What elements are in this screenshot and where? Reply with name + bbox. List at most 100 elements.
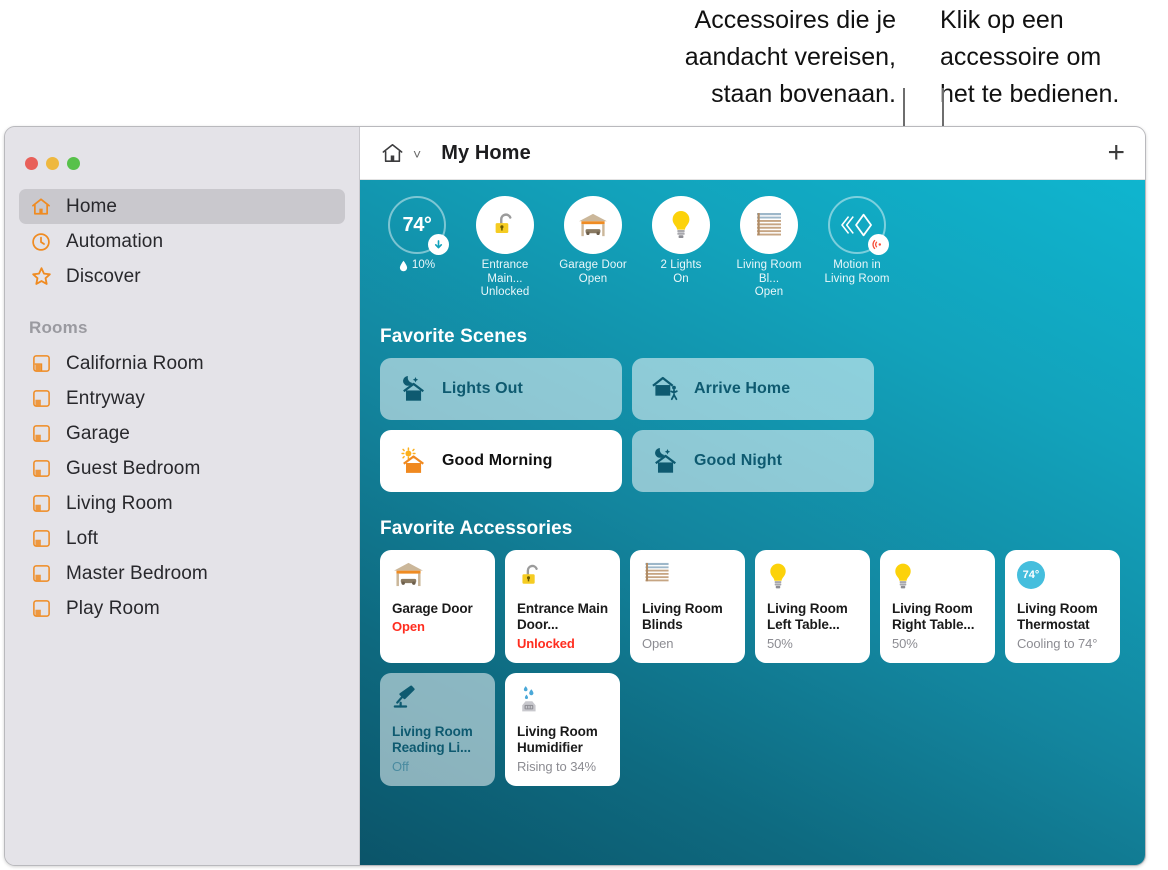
accessory-name: Living Room Left Table... bbox=[767, 600, 848, 633]
callout-text-right: Klik op een accessoire om het te bediene… bbox=[940, 6, 1120, 108]
status-item-thermostat[interactable]: 74° 10% bbox=[380, 196, 454, 300]
sidebar-item-label: Master Bedroom bbox=[66, 562, 208, 584]
accessory-state: Off bbox=[392, 758, 409, 774]
scene-label: Lights Out bbox=[442, 379, 523, 397]
sidebar-item-label: California Room bbox=[66, 352, 204, 374]
minimize-button[interactable] bbox=[46, 156, 59, 170]
status-circle-wrap bbox=[476, 196, 534, 254]
status-subtitle: Garage Door Open bbox=[559, 259, 627, 286]
accessory-name: Entrance Main Door... bbox=[517, 600, 608, 633]
status-circle-wrap: 74° bbox=[388, 196, 449, 255]
status-line-2: Unlocked bbox=[480, 286, 530, 298]
sidebar-item-loft[interactable]: Loft bbox=[19, 521, 345, 556]
sidebar-item-master-bedroom[interactable]: Master Bedroom bbox=[19, 556, 345, 591]
room-icon bbox=[29, 387, 53, 411]
sidebar: Home Automation Discover Rooms Californi… bbox=[5, 127, 360, 865]
room-icon bbox=[29, 527, 53, 551]
status-item-motion[interactable]: Motion in Living Room bbox=[820, 196, 894, 300]
accessory-name: Living Room Right Table... bbox=[892, 600, 975, 633]
garage-door-icon bbox=[392, 561, 483, 595]
sidebar-item-guest-bedroom[interactable]: Guest Bedroom bbox=[19, 451, 345, 486]
lightbulb-icon bbox=[767, 561, 858, 595]
status-line-1: Living Room Bl... bbox=[736, 259, 802, 285]
scene-card-lights-out[interactable]: Lights Out bbox=[380, 357, 622, 420]
droplet-icon bbox=[399, 260, 407, 272]
accessory-state: Open bbox=[642, 635, 674, 651]
sidebar-item-label: Loft bbox=[66, 527, 99, 549]
sidebar-item-home[interactable]: Home bbox=[19, 189, 345, 224]
home-app-window: Home Automation Discover Rooms Californi… bbox=[4, 126, 1146, 866]
sidebar-section-rooms: Rooms bbox=[29, 318, 88, 337]
sidebar-item-garage[interactable]: Garage bbox=[19, 416, 345, 451]
zoom-button[interactable] bbox=[67, 156, 80, 170]
status-subtitle: 2 Lights On bbox=[660, 259, 701, 286]
room-icon bbox=[29, 422, 53, 446]
favorite-scenes-grid: Lights Out Arrive Home Good Morning Good… bbox=[380, 357, 1125, 492]
status-subtitle: Motion in Living Room bbox=[824, 259, 889, 286]
add-button[interactable]: + bbox=[1107, 138, 1125, 168]
scene-card-good-morning[interactable]: Good Morning bbox=[380, 429, 622, 492]
motion-wave-icon bbox=[868, 234, 889, 255]
sidebar-item-label: Guest Bedroom bbox=[66, 457, 201, 479]
accessory-state: 50% bbox=[767, 635, 793, 651]
status-item-entrance-lock[interactable]: Entrance Main... Unlocked bbox=[468, 196, 542, 300]
lightbulb-icon bbox=[892, 561, 983, 595]
status-line-1: Entrance Main... bbox=[481, 259, 529, 285]
sidebar-item-label: Garage bbox=[66, 422, 130, 444]
sidebar-rooms-list: California Room Entryway Garage Guest Be… bbox=[5, 346, 359, 626]
unlocked-padlock-icon bbox=[476, 196, 534, 254]
sidebar-nav: Home Automation Discover bbox=[5, 189, 359, 294]
sidebar-item-california-room[interactable]: California Room bbox=[19, 346, 345, 381]
sidebar-item-living-room[interactable]: Living Room bbox=[19, 486, 345, 521]
section-title-favorite-scenes: Favorite Scenes bbox=[380, 325, 528, 347]
accessory-card-living-room-left-table-lamp[interactable]: Living Room Left Table... 50% bbox=[755, 549, 870, 663]
scene-card-arrive-home[interactable]: Arrive Home bbox=[632, 357, 874, 420]
accessory-card-living-room-right-table-lamp[interactable]: Living Room Right Table... 50% bbox=[880, 549, 995, 663]
main-panel: ˅ My Home + 74° 10% Entrance Main... Unl… bbox=[360, 127, 1145, 865]
accessory-card-living-room-thermostat[interactable]: 74° Living Room Thermostat Cooling to 74… bbox=[1005, 549, 1120, 663]
status-line-2: Living Room bbox=[824, 272, 890, 285]
accessory-card-living-room-reading-light[interactable]: Living Room Reading Li... Off bbox=[380, 672, 495, 786]
unlocked-padlock-icon bbox=[517, 561, 608, 595]
sidebar-item-play-room[interactable]: Play Room bbox=[19, 591, 345, 626]
scene-label: Good Morning bbox=[442, 451, 553, 469]
house-icon bbox=[29, 195, 53, 219]
sidebar-item-discover[interactable]: Discover bbox=[19, 259, 345, 294]
status-line-2: On bbox=[673, 272, 689, 285]
accessory-card-entrance-main-door[interactable]: Entrance Main Door... Unlocked bbox=[505, 549, 620, 663]
close-button[interactable] bbox=[25, 156, 38, 170]
chevron-down-icon[interactable]: ˅ bbox=[413, 146, 421, 162]
status-item-garage-door[interactable]: Garage Door Open bbox=[556, 196, 630, 300]
accessory-card-living-room-blinds[interactable]: Living Room Blinds Open bbox=[630, 549, 745, 663]
status-subtitle: 10% bbox=[399, 259, 435, 273]
accessory-name: Garage Door bbox=[392, 600, 473, 616]
house-person-icon bbox=[651, 375, 681, 403]
status-line-2: Open bbox=[754, 286, 784, 298]
room-icon bbox=[29, 562, 53, 586]
sidebar-item-automation[interactable]: Automation bbox=[19, 224, 345, 259]
screenshot-root: Accessoires die je aandacht vereisen, st… bbox=[0, 0, 1168, 870]
accessory-name: Living Room Humidifier bbox=[517, 723, 598, 756]
status-item-lights[interactable]: 2 Lights On bbox=[644, 196, 718, 300]
sun-house-icon bbox=[399, 447, 429, 475]
accessory-card-garage-door[interactable]: Garage Door Open bbox=[380, 549, 495, 663]
status-item-blinds[interactable]: Living Room Bl... Open bbox=[732, 196, 806, 300]
sidebar-item-entryway[interactable]: Entryway bbox=[19, 381, 345, 416]
status-line-2: Open bbox=[578, 272, 608, 285]
status-row: 74° 10% Entrance Main... Unlocked Garage… bbox=[378, 196, 1125, 300]
status-subtitle: Entrance Main... Unlocked bbox=[468, 259, 542, 300]
page-title: My Home bbox=[441, 141, 531, 164]
callout-text-left: Accessoires die je aandacht vereisen, st… bbox=[684, 6, 896, 108]
sidebar-item-label: Entryway bbox=[66, 387, 145, 409]
garage-door-icon bbox=[564, 196, 622, 254]
accessory-card-living-room-humidifier[interactable]: Living Room Humidifier Rising to 34% bbox=[505, 672, 620, 786]
room-icon bbox=[29, 597, 53, 621]
house-icon[interactable] bbox=[378, 139, 406, 167]
status-line-1: 2 Lights bbox=[660, 259, 702, 271]
blinds-icon bbox=[740, 196, 798, 254]
scene-card-good-night[interactable]: Good Night bbox=[632, 429, 874, 492]
temperature-value: 74° bbox=[402, 213, 432, 236]
accessory-state: Unlocked bbox=[517, 635, 575, 651]
sidebar-item-label: Home bbox=[66, 195, 118, 217]
thermostat-temperature-badge: 74° bbox=[1017, 560, 1045, 589]
